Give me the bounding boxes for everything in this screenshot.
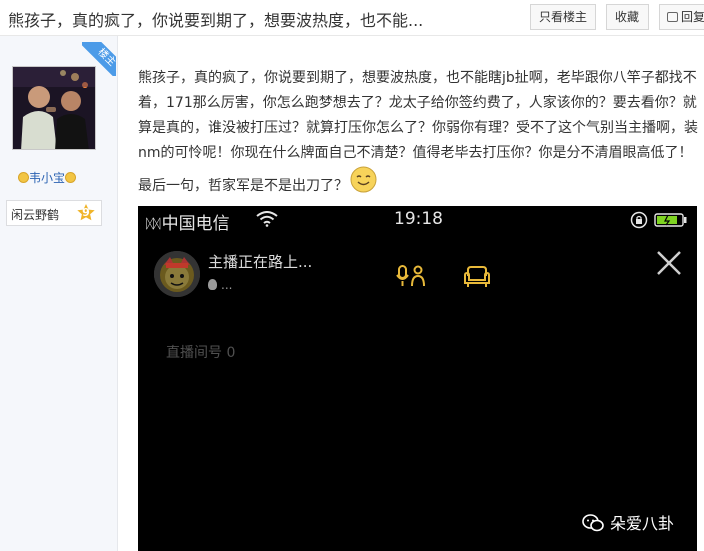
host-status: 主播正在路上... <box>208 253 313 271</box>
lion-mascot-icon <box>154 251 200 297</box>
host-popularity: ... <box>208 278 232 292</box>
reply-icon <box>667 12 678 22</box>
thread-header: 熊孩子，真的疯了，你说要到期了，想要波热度，也不能... 只看楼主 收藏 回复 <box>0 0 704 36</box>
phone-status-bar: ᛞᛞ 中国电信 19:18 <box>138 206 697 234</box>
avatar-photo <box>13 67 95 149</box>
avatar[interactable] <box>12 66 96 150</box>
host-avatar <box>154 251 200 297</box>
battery-icon <box>654 213 687 227</box>
signal-icon: ᛞᛞ <box>146 217 161 232</box>
level-name: 闲云野鹤 <box>11 208 60 222</box>
wifi-icon <box>256 211 278 227</box>
watermark: 朵爱八卦 <box>582 510 674 534</box>
carrier: ᛞᛞ 中国电信 <box>146 209 230 234</box>
level-number: 9 <box>82 206 90 219</box>
sofa-icon[interactable] <box>462 264 492 288</box>
author-sidebar: 楼主 韦小宝 闲云野鹤 9 <box>0 36 118 551</box>
close-icon[interactable] <box>654 248 684 278</box>
post-content: 熊孩子，真的疯了，你说要到期了，想要波热度，也不能瞎jb扯啊，老毕跟你八竿子都找… <box>138 66 700 199</box>
username-text: 韦小宝 <box>29 171 66 185</box>
phone-time: 19:18 <box>394 209 443 229</box>
post-text: 熊孩子，真的疯了，你说要到期了，想要波热度，也不能瞎jb扯啊，老毕跟你八竿子都找… <box>138 70 698 194</box>
embedded-screenshot: ᛞᛞ 中国电信 19:18 主播正在路上... ... 直播间号 0 朵爱八卦 <box>138 206 697 551</box>
watermark-text: 朵爱八卦 <box>610 514 675 533</box>
host-popularity-value: ... <box>221 278 233 292</box>
level-badge: 闲云野鹤 9 <box>6 200 102 226</box>
fire-icon <box>208 279 217 290</box>
collect-button[interactable]: 收藏 <box>606 4 649 30</box>
level-star-icon: 9 <box>76 203 96 223</box>
only-host-button[interactable]: 只看楼主 <box>530 4 596 30</box>
wechat-icon <box>582 514 604 532</box>
reply-label: 回复 <box>681 10 704 24</box>
room-number: 直播间号 0 <box>166 345 236 361</box>
smiley-icon <box>18 172 29 183</box>
thread-title: 熊孩子，真的疯了，你说要到期了，想要波热度，也不能... <box>8 11 424 30</box>
mic-link-icon[interactable] <box>396 264 428 288</box>
smiley-emoji-icon <box>350 166 377 193</box>
reply-button[interactable]: 回复 <box>659 4 704 30</box>
rotation-lock-icon <box>630 211 648 229</box>
username[interactable]: 韦小宝 <box>18 169 98 186</box>
smiley-icon <box>65 172 77 183</box>
carrier-name: 中国电信 <box>161 214 230 234</box>
